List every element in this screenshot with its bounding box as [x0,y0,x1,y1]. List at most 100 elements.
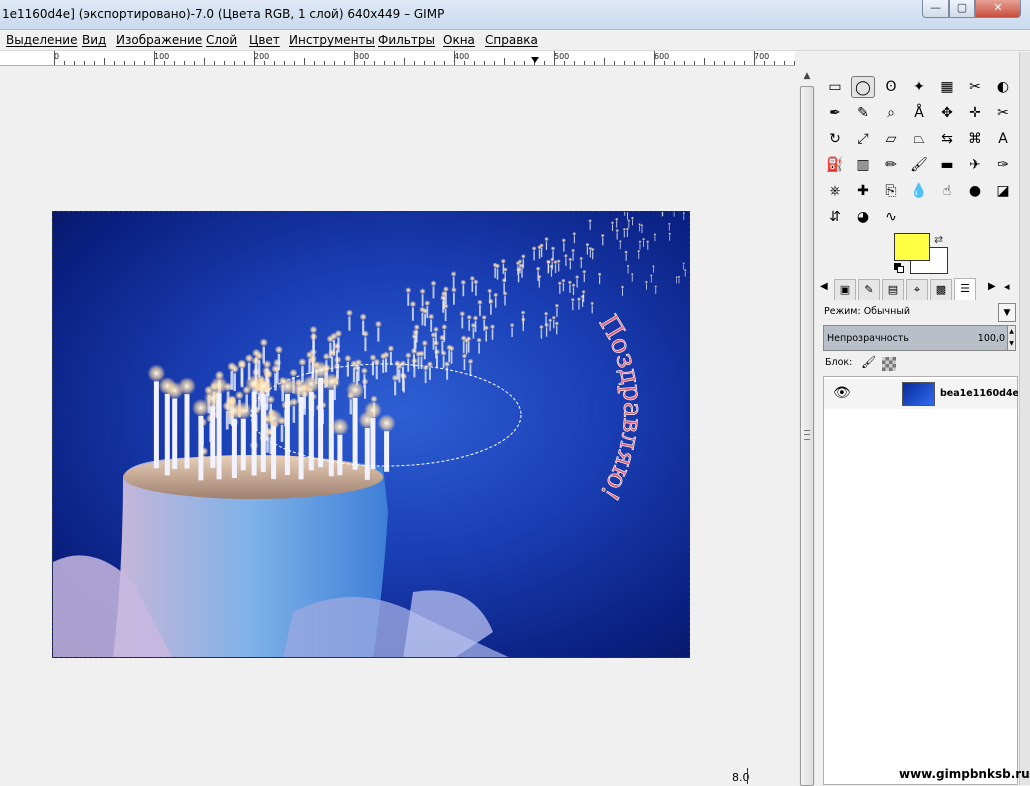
perspective-clone-icon: ⎘ [885,183,897,199]
maximize-button[interactable]: ▢ [949,0,975,18]
fuzzy-select-tool[interactable]: ✦ [907,76,931,98]
ruler-tick [304,58,305,65]
foreground-color-swatch[interactable] [894,233,930,261]
ruler-tick [614,61,615,65]
layer-name[interactable]: bea1e1160d4e.jpg [940,388,1018,399]
dodge-burn-tool[interactable]: ● [963,180,987,202]
tab-device-status[interactable]: ▤ [882,279,904,300]
fuzzy-select-icon: ✦ [913,79,925,95]
paths-tool[interactable]: ✒ [823,102,847,124]
tab-brushes[interactable]: ✎ [858,279,880,300]
color-balance-tool[interactable]: ◕ [851,206,875,228]
perspective-clone-tool[interactable]: ⎘ [879,180,903,202]
reset-colors-icon[interactable] [894,263,904,273]
blend-tool[interactable]: ▥ [851,154,875,176]
status-separator [747,768,748,784]
cage-tool[interactable]: ⌘ [963,128,987,150]
ruler-tick [794,61,795,65]
blur-tool[interactable]: 💧 [907,180,931,202]
layer-mode-select[interactable]: Режим: Обычный ▼ [822,303,1018,323]
menu-help[interactable]: Справка [485,33,538,47]
opacity-spinner[interactable]: ▲ ▼ [1007,326,1015,350]
ink-tool[interactable]: ✑ [991,154,1015,176]
paintbrush-tool[interactable]: 🖌 [907,154,931,176]
ruler-tick [444,61,445,65]
tab-paths[interactable]: ⌖ [906,279,928,300]
eraser-tool[interactable]: ▬ [935,154,959,176]
ruler-tick [684,61,685,65]
ruler-tick [204,58,205,65]
color-select-tool[interactable]: ▦ [935,76,959,98]
menu-layer[interactable]: Слой [206,33,237,47]
menu-image[interactable]: Изображение [116,33,202,47]
airbrush-tool[interactable]: ✈ [963,154,987,176]
blend-icon: ▥ [856,157,870,173]
horizontal-ruler[interactable]: 0 100 200 300 400 500 600 700 [0,51,795,66]
minimize-button[interactable]: — [922,0,949,18]
heal-tool[interactable]: ✚ [851,180,875,202]
flip-tool[interactable]: ⇆ [935,128,959,150]
ellipse-select-icon: ◯ [855,80,871,96]
chevron-down-icon[interactable]: ▼ [998,303,1016,322]
maximize-icon: ▢ [956,1,968,14]
ruler-tick [704,58,705,65]
perspective-tool[interactable]: ⏢ [907,128,931,150]
gegl-tool[interactable]: ⇵ [823,206,847,228]
color-picker-tool[interactable]: ✎ [851,102,875,124]
layer-thumbnail [902,382,935,406]
tab-scroll-left-icon[interactable]: ◀ [820,281,828,292]
curves-tool[interactable]: ∿ [879,206,903,228]
clone-tool[interactable]: ⎈ [823,180,847,202]
minimize-icon: — [930,1,941,14]
align-tool[interactable]: ✛ [963,102,987,124]
layer-row[interactable]: 👁 bea1e1160d4e.jpg [824,379,1018,409]
rect-select-tool[interactable]: ▭ [823,76,847,98]
zoom-tool[interactable]: ⌕ [879,102,903,124]
bucket-fill-tool[interactable]: ⛽ [823,154,847,176]
lock-pixels-icon[interactable]: 🖌 [861,355,876,369]
ruler-tick [354,51,355,65]
measure-tool[interactable]: Å [907,102,931,124]
mypaint-brush-tool[interactable]: ◪ [991,180,1015,202]
scissors-tool[interactable]: ✂ [963,76,987,98]
crop-tool[interactable]: ✂ [991,102,1015,124]
scale-icon: ⤢ [857,131,869,147]
pane-grip-icon[interactable] [804,430,810,440]
ellipse-select-tool[interactable]: ◯ [851,76,875,98]
ruler-tick [64,61,65,65]
watermark-text: www.gimpbnksb.ru [899,767,1030,781]
opacity-slider[interactable]: Непрозрачность 100,0 ▲ ▼ [823,325,1016,351]
tab-tool-options[interactable]: ▣ [834,279,856,300]
menu-tools[interactable]: Инструменты [289,33,375,47]
free-select-tool[interactable]: ʘ [879,76,903,98]
close-button[interactable]: ✕ [975,0,1021,18]
pencil-tool[interactable]: ✏ [879,154,903,176]
menu-color[interactable]: Цвет [249,33,280,47]
ruler-tick [424,61,425,65]
scale-tool[interactable]: ⤢ [851,128,875,150]
menu-windows[interactable]: Окна [443,33,475,47]
menu-filters[interactable]: Фильтры [378,33,435,47]
image-canvas[interactable]: Поздравляю! [52,211,690,658]
tab-images[interactable]: ▩ [930,279,952,300]
scroll-up-icon[interactable]: ▲ [800,68,814,84]
dock-menu-icon[interactable]: ◂ [1004,280,1010,293]
shear-tool[interactable]: ▱ [879,128,903,150]
text-tool[interactable]: A [991,128,1015,150]
lock-alpha-icon[interactable] [882,357,896,371]
tab-scroll-right-icon[interactable]: ▶ [988,281,996,292]
layers-list[interactable]: 👁 bea1e1160d4e.jpg [823,376,1018,785]
menu-select[interactable]: Выделение [6,33,77,47]
move-tool[interactable]: ✥ [935,102,959,124]
birthday-cake-image: Поздравляю! [53,212,687,657]
ruler-tick [314,61,315,65]
tab-layers[interactable]: ☰ [954,278,976,300]
swap-colors-icon[interactable]: ⇄ [934,233,943,246]
foreground-select-tool[interactable]: ◐ [991,76,1015,98]
ruler-tick [394,61,395,65]
ruler-tick [164,61,165,65]
menu-view[interactable]: Вид [82,33,106,47]
smudge-tool[interactable]: ☝ [935,180,959,202]
visibility-eye-icon[interactable]: 👁 [833,385,851,401]
rotate-tool[interactable]: ↻ [823,128,847,150]
